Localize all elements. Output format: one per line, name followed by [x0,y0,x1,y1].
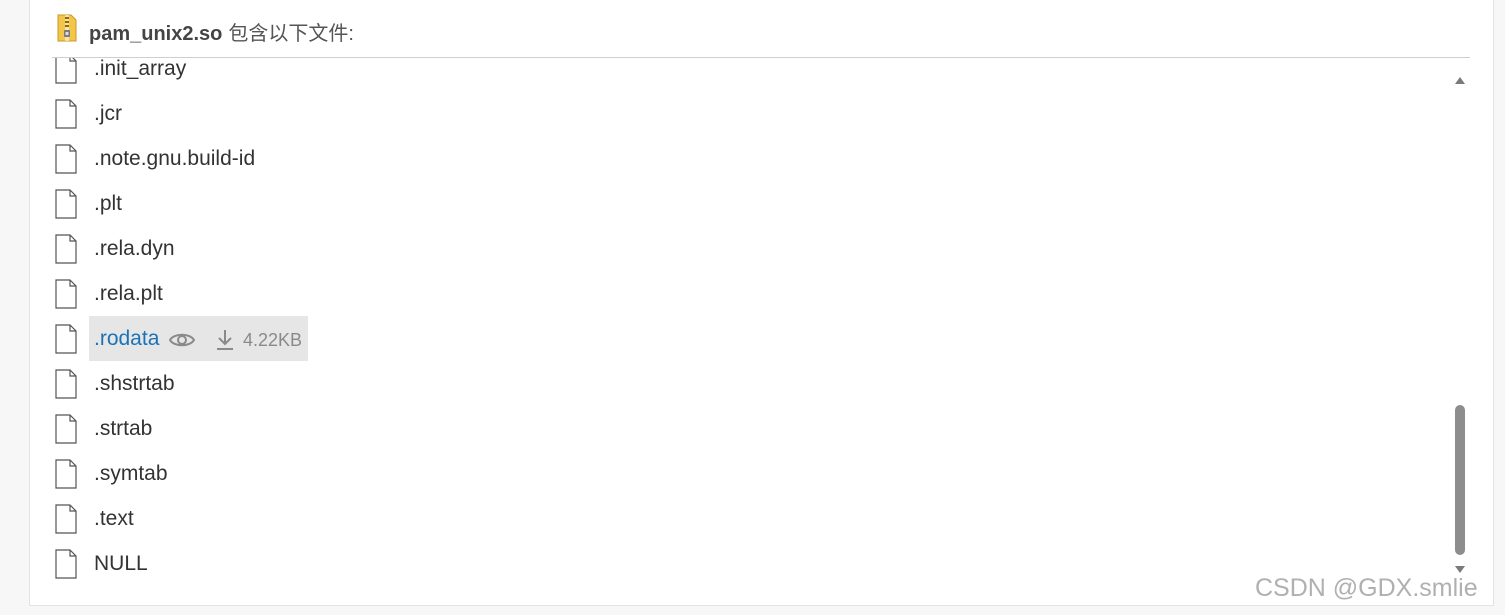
file-actions: 4.22KB [169,327,302,353]
file-icon [55,369,77,399]
eye-icon[interactable] [169,331,195,349]
file-name[interactable]: .text [94,507,134,531]
file-name[interactable]: .plt [94,192,122,216]
list-item[interactable]: .symtab [52,451,1452,496]
archive-contents-label: 包含以下文件: [228,23,354,45]
list-item[interactable]: NULL [52,541,1452,586]
file-name[interactable]: .shstrtab [94,372,175,396]
file-icon [55,279,77,309]
file-name[interactable]: .strtab [94,417,152,441]
archive-title: pam_unix2.so 包含以下文件: [89,17,354,46]
file-name[interactable]: .rela.dyn [94,237,175,261]
file-list-panel: pam_unix2.so 包含以下文件: .init_array .jcr .no… [29,0,1494,606]
file-size: 4.22KB [243,329,303,350]
file-name[interactable]: .jcr [94,102,122,126]
scrollbar-thumb[interactable] [1455,405,1465,555]
download-icon[interactable] [215,329,235,351]
file-icon [55,99,77,129]
list-item[interactable]: .plt [52,181,1452,226]
list-item[interactable]: .shstrtab [52,361,1452,406]
file-icon [55,234,77,264]
list-item[interactable]: .note.gnu.build-id [52,136,1452,181]
file-name-link[interactable]: .rodata [94,327,159,351]
archive-header: pam_unix2.so 包含以下文件: [52,0,1470,58]
file-icon [55,58,77,84]
file-name[interactable]: .symtab [94,462,168,486]
archive-name: pam_unix2.so [89,23,223,45]
watermark: CSDN @GDX.smlie [1255,574,1478,602]
list-item[interactable]: .strtab [52,406,1452,451]
file-icon [55,549,77,579]
file-list[interactable]: .init_array .jcr .note.gnu.build-id .plt… [52,58,1452,588]
vertical-scrollbar[interactable] [1450,75,1470,580]
list-item[interactable]: .text [52,496,1452,541]
list-item[interactable]: .rela.plt [52,271,1452,316]
file-icon [55,504,77,534]
file-icon [55,459,77,489]
list-item[interactable]: .jcr [52,91,1452,136]
file-name[interactable]: NULL [94,552,148,576]
scroll-up-arrow-icon[interactable] [1454,75,1466,85]
file-icon [55,324,77,354]
file-icon [55,144,77,174]
file-icon [55,414,77,444]
file-icon [55,189,77,219]
file-name[interactable]: .rela.plt [94,282,163,306]
list-item-hovered[interactable]: .rodata 4.22KB [52,316,1452,361]
file-name[interactable]: .init_array [94,58,186,81]
zip-archive-icon [57,14,77,42]
list-item[interactable]: .init_array [52,58,1452,91]
list-item[interactable]: .rela.dyn [52,226,1452,271]
file-name[interactable]: .note.gnu.build-id [94,147,255,171]
